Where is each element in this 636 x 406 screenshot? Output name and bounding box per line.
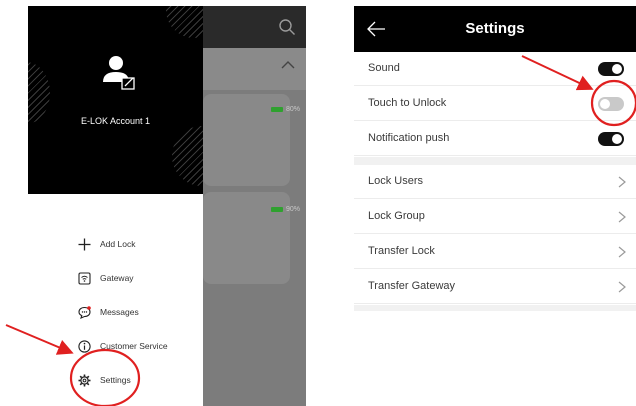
toggle-knob (600, 99, 610, 109)
menu-item-add-lock[interactable]: Add Lock (78, 234, 135, 254)
decorative-circle (166, 6, 203, 38)
drawer-header: E-LOK Account 1 (28, 6, 203, 194)
right-phone-screen: Settings Sound Touch to Unlock Notificat… (354, 6, 636, 368)
settings-row-lock-group[interactable]: Lock Group (354, 200, 636, 234)
battery-indicator: 90% (271, 206, 300, 213)
drawer-menu: Add Lock Gateway Messages Customer Servi… (28, 194, 203, 406)
chevron-right-icon (618, 246, 626, 258)
row-label: Lock Users (368, 175, 424, 187)
section-divider (354, 305, 636, 311)
settings-row-transfer-gateway[interactable]: Transfer Gateway (354, 270, 636, 304)
avatar-edit-icon[interactable] (102, 54, 136, 90)
page-title: Settings (465, 20, 525, 37)
menu-item-settings[interactable]: Settings (78, 370, 131, 390)
row-label: Touch to Unlock (368, 97, 447, 109)
chevron-right-icon (618, 211, 626, 223)
menu-item-label: Gateway (100, 273, 134, 283)
battery-icon (271, 107, 283, 112)
section-divider (354, 157, 636, 165)
gateway-icon (78, 271, 91, 285)
menu-item-label: Settings (100, 375, 131, 385)
battery-level: 80% (286, 106, 301, 113)
row-label: Notification push (368, 132, 450, 144)
row-label: Lock Group (368, 210, 425, 222)
menu-item-label: Add Lock (100, 239, 136, 249)
chevron-right-icon (618, 176, 626, 188)
settings-header: Settings (354, 6, 636, 52)
gear-icon (78, 374, 91, 386)
battery-level: 90% (286, 206, 301, 213)
settings-row-lock-users[interactable]: Lock Users (354, 165, 636, 199)
notification-push-toggle[interactable] (598, 132, 624, 146)
settings-row-sound: Sound (354, 52, 636, 86)
decorative-circle (28, 62, 50, 124)
menu-item-customer-service[interactable]: Customer Service (78, 336, 168, 356)
account-name: E-LOK Account 1 (80, 116, 151, 126)
touch-to-unlock-toggle[interactable] (598, 97, 624, 111)
menu-item-label: Customer Service (100, 341, 168, 351)
battery-icon (271, 207, 283, 212)
info-icon (78, 339, 91, 353)
chevron-right-icon (618, 281, 626, 293)
settings-row-touch-to-unlock: Touch to Unlock (354, 87, 636, 121)
left-phone-screen: 80% 90% E-LOK Account 1 Add Lock Gateway… (28, 6, 306, 406)
menu-item-label: Messages (100, 307, 139, 317)
settings-row-transfer-lock[interactable]: Transfer Lock (354, 235, 636, 269)
chevron-up-icon[interactable] (281, 60, 295, 70)
row-label: Transfer Lock (368, 245, 435, 257)
row-label: Sound (368, 62, 400, 74)
message-icon (78, 305, 91, 319)
menu-item-gateway[interactable]: Gateway (78, 268, 134, 288)
sound-toggle[interactable] (598, 62, 624, 76)
decorative-circle (172, 126, 203, 186)
screenshot-stage: 80% 90% E-LOK Account 1 Add Lock Gateway… (0, 0, 636, 406)
settings-row-notification-push: Notification push (354, 122, 636, 156)
plus-icon (78, 238, 91, 250)
search-icon[interactable] (278, 18, 296, 36)
menu-item-messages[interactable]: Messages (78, 302, 139, 322)
row-label: Transfer Gateway (368, 280, 456, 292)
toggle-knob (612, 134, 622, 144)
battery-indicator: 80% (271, 106, 300, 113)
toggle-knob (612, 64, 622, 74)
